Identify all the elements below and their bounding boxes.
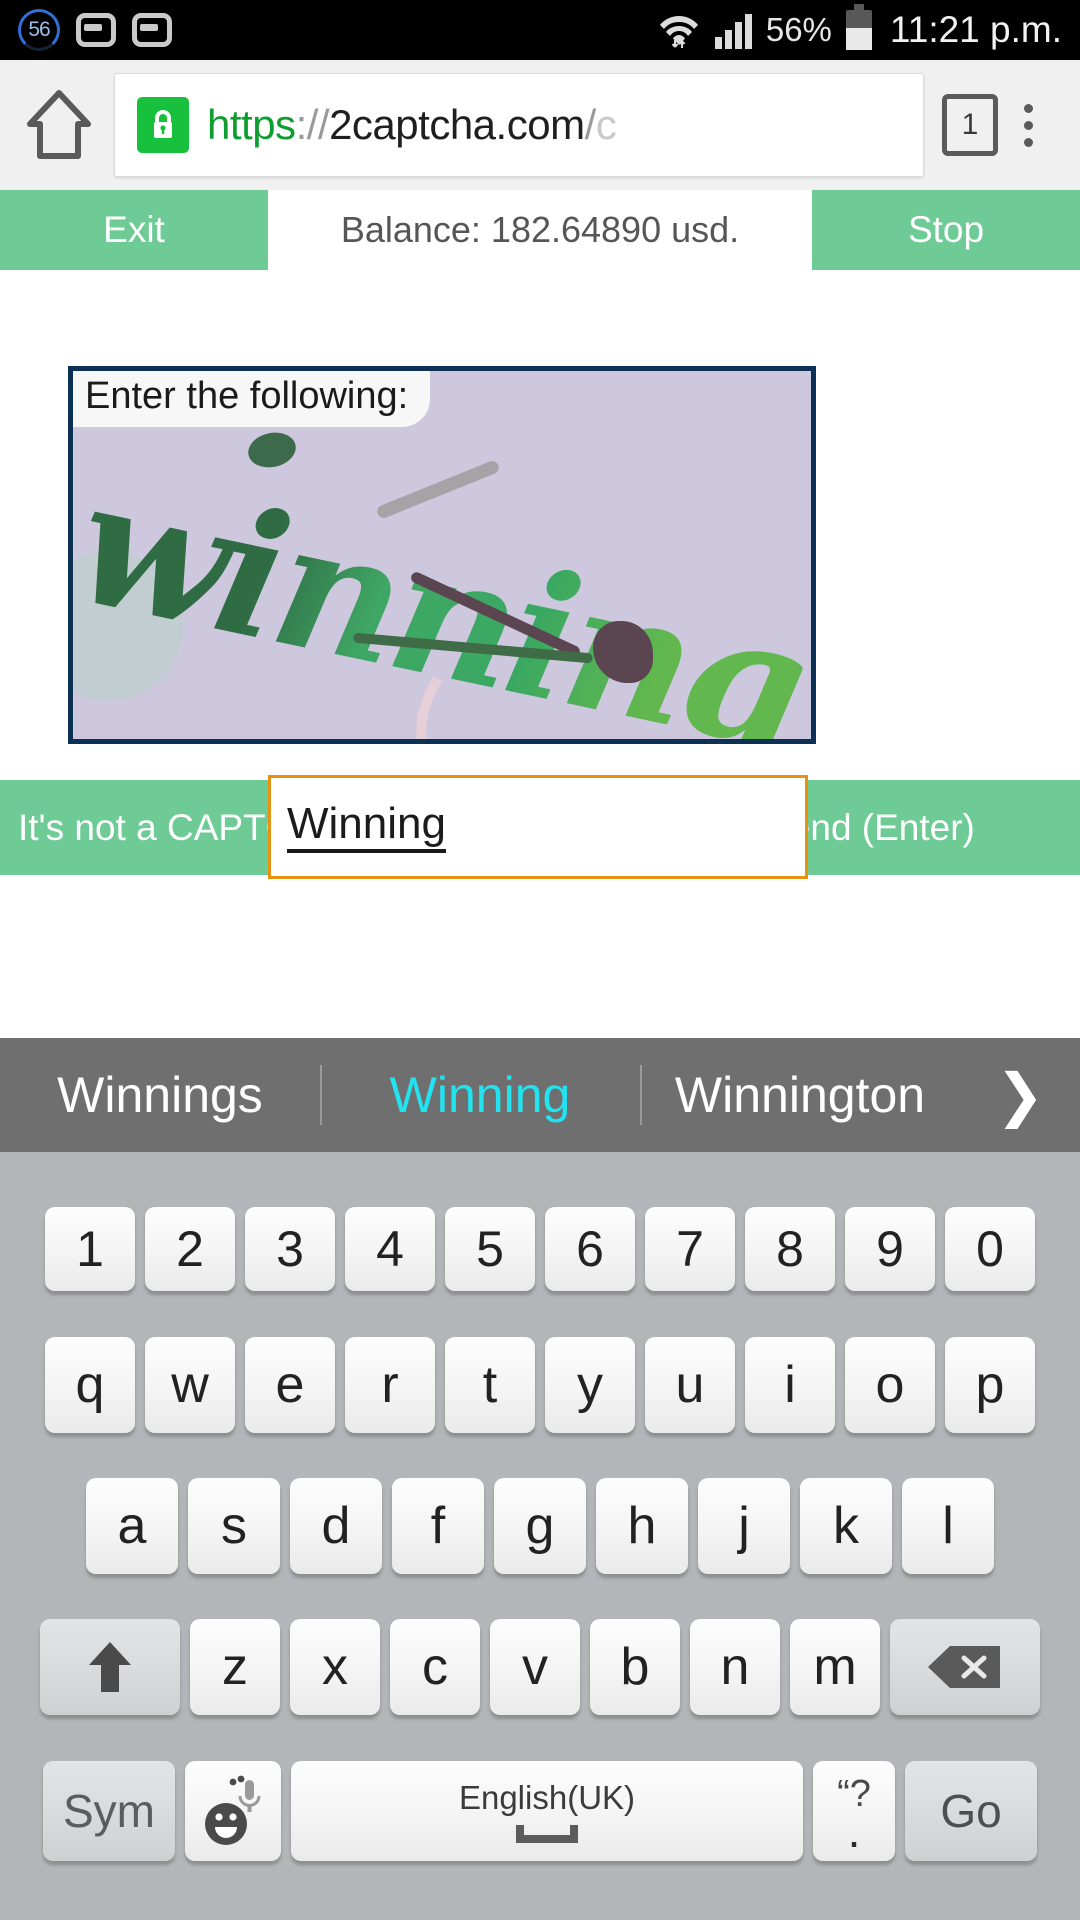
key-i[interactable]: i (745, 1336, 835, 1433)
battery-icon (845, 4, 872, 50)
status-bar-right: 56% 11:21 p.m. (657, 4, 1062, 51)
answer-row: It's not a CAPTCHA Send (Enter) Jobcena … (0, 775, 1080, 879)
balance-label: Balance: 182.64890 usd. (268, 190, 812, 270)
key-u[interactable]: u (645, 1336, 735, 1433)
url-text: https://2captcha.com/c (207, 101, 617, 149)
keyboard-row-home: a s d f g h j k l (0, 1477, 1080, 1574)
keyboard-suggestion-bar: Winnings Winning Winnington ❯ (0, 1038, 1080, 1152)
keyboard-row-bottom: z x c v b n m (0, 1619, 1080, 1716)
captcha-prompt: Enter the following: (73, 371, 431, 427)
worker-toolbar: Exit Balance: 182.64890 usd. Stop (0, 190, 1080, 270)
browser-toolbar: https://2captcha.com/c 1 (0, 60, 1080, 190)
keyboard-row-numbers: 1 2 3 4 5 6 7 8 9 0 (0, 1207, 1080, 1292)
symbols-key[interactable]: Sym (43, 1760, 175, 1861)
key-l[interactable]: l (902, 1477, 994, 1574)
key-j[interactable]: j (698, 1477, 790, 1574)
url-path: / (584, 101, 597, 148)
shift-arrow-icon[interactable] (40, 1619, 180, 1716)
status-bar: 56 56% 11:21 p.m. (0, 0, 1080, 60)
answer-input[interactable]: Winning (268, 775, 808, 879)
app-icon-2 (132, 13, 172, 47)
punctuation-lower-label: . (847, 1804, 861, 1857)
notification-count-badge: 56 (18, 9, 60, 51)
screen-root: 56 56% 11:21 p.m. https://2captcha.com/c… (0, 0, 1080, 1920)
url-truncated: c (595, 101, 617, 148)
cellular-signal-icon (714, 11, 752, 49)
key-q[interactable]: q (45, 1336, 135, 1433)
key-x[interactable]: x (290, 1619, 380, 1716)
go-key[interactable]: Go (905, 1760, 1037, 1861)
key-6[interactable]: 6 (545, 1207, 635, 1292)
suggestion-item-2[interactable]: Winnington (640, 1065, 960, 1125)
url-host: 2captcha.com (329, 101, 585, 148)
suggestion-item-0[interactable]: Winnings (0, 1066, 320, 1124)
keyboard-row-function: Sym English(UK) “? . Go (0, 1760, 1080, 1861)
app-icon-1 (76, 13, 116, 47)
key-p[interactable]: p (945, 1336, 1035, 1433)
key-r[interactable]: r (345, 1336, 435, 1433)
space-bar[interactable]: English(UK) (291, 1760, 803, 1861)
key-5[interactable]: 5 (445, 1207, 535, 1292)
key-8[interactable]: 8 (745, 1207, 835, 1292)
answer-input-value: Winning (287, 800, 446, 854)
captcha-word: winning (73, 439, 811, 739)
wifi-data-icon (657, 10, 701, 50)
key-b[interactable]: b (590, 1619, 680, 1716)
captcha-noise-dot-top (244, 428, 300, 472)
url-separator: :// (295, 101, 330, 148)
exit-button[interactable]: Exit (0, 190, 268, 270)
key-w[interactable]: w (145, 1336, 235, 1433)
punctuation-upper-label: “? (837, 1773, 871, 1816)
status-bar-left: 56 (18, 9, 172, 51)
key-1[interactable]: 1 (45, 1207, 135, 1292)
stop-button[interactable]: Stop (812, 190, 1080, 270)
key-t[interactable]: t (445, 1336, 535, 1433)
key-n[interactable]: n (690, 1619, 780, 1716)
key-a[interactable]: a (86, 1477, 178, 1574)
keyboard-row-top: q w e r t y u i o p (0, 1336, 1080, 1433)
key-2[interactable]: 2 (145, 1207, 235, 1292)
overflow-menu-icon[interactable] (998, 103, 1058, 147)
key-y[interactable]: y (545, 1336, 635, 1433)
key-s[interactable]: s (188, 1477, 280, 1574)
emoji-mic-icon[interactable] (185, 1760, 281, 1861)
home-icon[interactable] (22, 88, 96, 162)
key-h[interactable]: h (596, 1477, 688, 1574)
suggestion-item-1[interactable]: Winning (320, 1065, 640, 1125)
key-c[interactable]: c (390, 1619, 480, 1716)
key-m[interactable]: m (790, 1619, 880, 1716)
key-v[interactable]: v (490, 1619, 580, 1716)
tab-switcher-button[interactable]: 1 (942, 94, 998, 156)
on-screen-keyboard: 1 2 3 4 5 6 7 8 9 0 q w e r t y u i o p … (0, 1152, 1080, 1920)
captcha-image[interactable]: winning Enter the following: (68, 366, 816, 744)
key-0[interactable]: 0 (945, 1207, 1035, 1292)
keyboard-language-label: English(UK) (458, 1778, 636, 1816)
url-scheme: https (207, 101, 296, 148)
key-9[interactable]: 9 (845, 1207, 935, 1292)
key-f[interactable]: f (392, 1477, 484, 1574)
key-3[interactable]: 3 (245, 1207, 335, 1292)
chevron-right-icon[interactable]: ❯ (960, 1061, 1080, 1129)
key-4[interactable]: 4 (345, 1207, 435, 1292)
key-e[interactable]: e (245, 1336, 335, 1433)
key-o[interactable]: o (845, 1336, 935, 1433)
key-7[interactable]: 7 (645, 1207, 735, 1292)
key-z[interactable]: z (190, 1619, 280, 1716)
url-bar[interactable]: https://2captcha.com/c (114, 73, 924, 177)
battery-percent-label: 56% (765, 11, 832, 48)
key-g[interactable]: g (494, 1477, 586, 1574)
clock-label: 11:21 p.m. (889, 9, 1062, 50)
space-bar-icon (516, 1824, 578, 1843)
backspace-icon[interactable] (890, 1619, 1040, 1716)
key-d[interactable]: d (290, 1477, 382, 1574)
lock-icon (137, 97, 189, 153)
punctuation-key[interactable]: “? . (813, 1760, 895, 1861)
key-k[interactable]: k (800, 1477, 892, 1574)
